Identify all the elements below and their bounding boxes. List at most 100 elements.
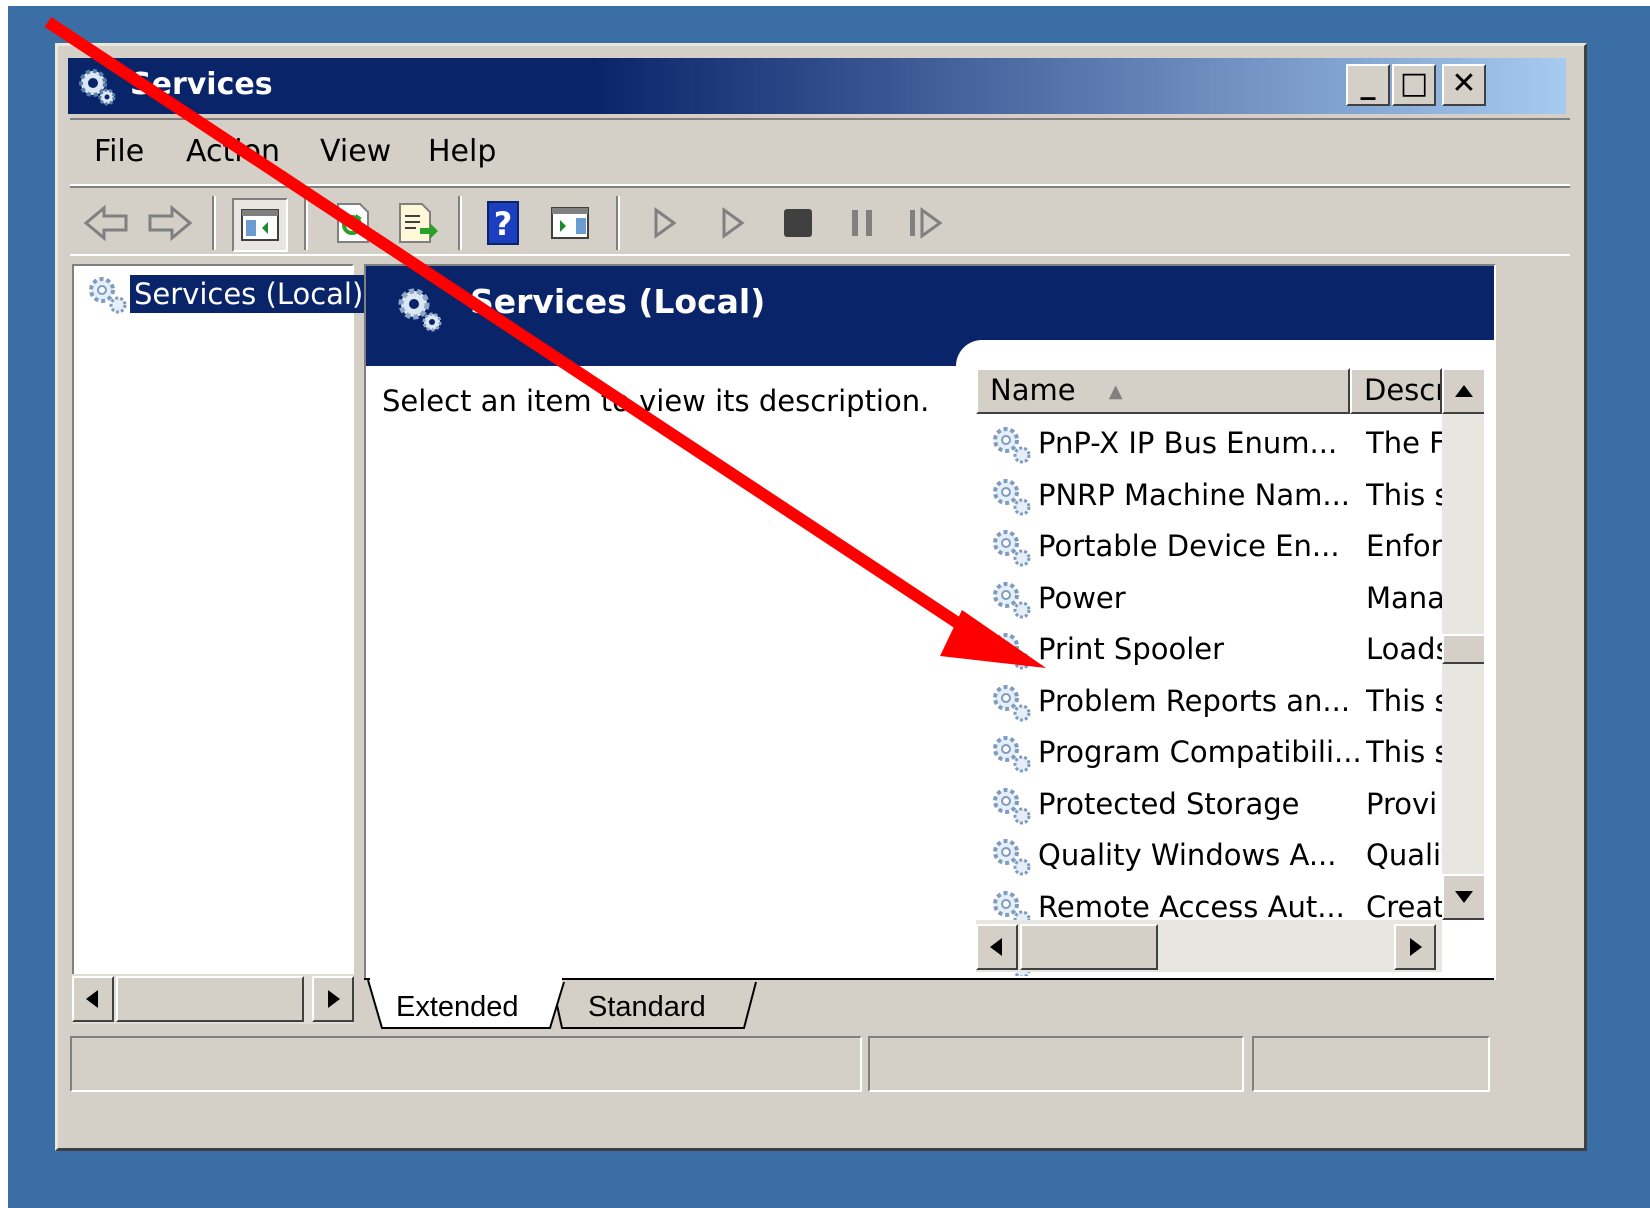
tree-item-label: Services (Local) <box>130 275 368 313</box>
service-description: Mana <box>1366 580 1442 615</box>
service-description: Provi <box>1366 786 1438 821</box>
start-service-alt-icon[interactable] <box>706 198 758 248</box>
service-name: Program Compatibili... <box>1038 735 1362 769</box>
list-vertical-scrollbar[interactable] <box>1442 368 1484 920</box>
menu-action[interactable]: Action <box>186 134 280 169</box>
table-row[interactable]: PNRP Machine Nam... This s <box>976 472 1442 521</box>
start-service-icon[interactable] <box>638 198 690 248</box>
service-gear-icon <box>993 581 1031 618</box>
pause-service-icon[interactable] <box>836 198 888 248</box>
maximize-button[interactable]: □ <box>1392 64 1436 106</box>
column-header-name[interactable]: Name ▲ <box>976 368 1350 414</box>
status-bar <box>70 1036 1570 1092</box>
menu-bar: File Action View Help <box>70 118 1570 186</box>
triangle-up-icon <box>1455 385 1473 397</box>
show-hide-console-tree-icon[interactable] <box>232 198 288 252</box>
triangle-down-icon <box>1455 891 1473 903</box>
sort-ascending-icon: ▲ <box>1108 381 1123 402</box>
show-hide-action-pane-icon[interactable] <box>544 198 596 248</box>
menu-view[interactable]: View <box>320 134 391 169</box>
menu-help[interactable]: Help <box>428 134 496 169</box>
toolbar-separator <box>458 196 462 250</box>
toolbar-separator <box>212 196 216 250</box>
service-name: Print Spooler <box>1038 632 1225 666</box>
forward-arrow-icon[interactable] <box>144 198 196 248</box>
list-horizontal-scrollbar[interactable] <box>976 920 1442 972</box>
scroll-up-button[interactable] <box>1442 368 1484 414</box>
service-name: Power <box>1038 580 1126 615</box>
table-row[interactable]: Protected Storage Provi <box>976 781 1442 830</box>
service-description: Loads <box>1366 632 1442 666</box>
menu-file[interactable]: File <box>94 134 144 169</box>
service-name: Quality Windows A... <box>1038 838 1337 872</box>
service-name: PnP-X IP Bus Enum... <box>1038 426 1338 460</box>
service-description: Creat <box>1366 889 1442 924</box>
table-row[interactable]: Print Spooler Loads <box>976 626 1442 675</box>
status-panel <box>70 1036 862 1092</box>
service-description: This s <box>1366 735 1442 769</box>
scroll-down-button[interactable] <box>1442 874 1484 920</box>
services-list: Name ▲ Descr PnP-X IP Bus Enum... The F PN… <box>976 368 1484 976</box>
services-window: Services _ □ ✕ File Action View Help ? S… <box>55 43 1587 1151</box>
stop-service-icon[interactable] <box>772 198 824 248</box>
column-header-description[interactable]: Descr <box>1350 368 1442 414</box>
tab-standard-label: Standard <box>588 991 706 1023</box>
service-gear-icon <box>993 736 1031 773</box>
help-icon[interactable]: ? <box>478 198 530 248</box>
service-name: PNRP Machine Nam... <box>1038 477 1351 512</box>
service-description: This s <box>1366 477 1442 512</box>
close-button[interactable]: ✕ <box>1442 64 1486 106</box>
scroll-thumb[interactable] <box>1442 634 1484 664</box>
service-description: This s <box>1366 683 1442 718</box>
service-gear-icon <box>993 633 1031 670</box>
svg-text:?: ? <box>494 205 513 243</box>
table-row[interactable]: PnP-X IP Bus Enum... The F <box>976 420 1442 469</box>
service-gear-icon <box>993 787 1031 824</box>
banner-title: Services (Local) <box>470 282 766 321</box>
triangle-right-icon <box>328 990 340 1008</box>
service-name: Portable Device En... <box>1038 529 1340 563</box>
status-panel <box>868 1036 1244 1092</box>
back-arrow-icon[interactable] <box>80 198 132 248</box>
service-gear-icon <box>993 427 1031 464</box>
service-gear-icon <box>993 684 1031 721</box>
services-gear-icon <box>398 288 442 332</box>
service-description: The F <box>1366 426 1442 460</box>
services-detail-pane: Services (Local) Select an item to view … <box>364 264 1496 980</box>
export-list-icon[interactable] <box>390 198 442 248</box>
toolbar-separator <box>304 196 308 250</box>
table-row[interactable]: Quality Windows A... Qualit <box>976 832 1442 881</box>
scroll-thumb[interactable] <box>1020 924 1158 970</box>
service-name: Protected Storage <box>1038 786 1300 821</box>
scroll-right-button[interactable] <box>312 976 354 1022</box>
triangle-left-icon <box>990 938 1002 956</box>
scroll-left-button[interactable] <box>976 924 1018 970</box>
table-row[interactable]: Program Compatibili... This s <box>976 729 1442 778</box>
tree-horizontal-scrollbar[interactable] <box>72 974 354 1024</box>
description-text: Select an item to view its description. <box>382 384 930 418</box>
table-row[interactable]: Portable Device En... Enfor <box>976 523 1442 572</box>
tab-extended-label: Extended <box>396 991 519 1023</box>
service-description: Qualit <box>1366 838 1442 872</box>
service-gear-icon <box>993 839 1031 876</box>
tree-item-services-local[interactable]: Services (Local) <box>84 272 368 316</box>
view-tabs: Extended Standard <box>364 978 1494 1029</box>
resume-service-icon[interactable] <box>900 198 952 248</box>
triangle-left-icon <box>86 990 98 1008</box>
console-tree-pane: Services (Local) <box>72 264 368 978</box>
scroll-right-button[interactable] <box>1394 924 1436 970</box>
scroll-left-button[interactable] <box>72 976 114 1022</box>
column-name-label: Name <box>990 373 1076 407</box>
list-header: Name ▲ Descr <box>976 368 1442 414</box>
services-gear-icon <box>79 69 116 106</box>
refresh-icon[interactable] <box>326 198 378 248</box>
scroll-thumb[interactable] <box>116 976 304 1022</box>
minimize-button[interactable]: _ <box>1346 64 1390 106</box>
service-gear-icon <box>993 478 1031 515</box>
table-row[interactable]: Power Mana <box>976 575 1442 624</box>
service-name: Remote Access Aut... <box>1038 889 1345 924</box>
service-gear-icon <box>993 530 1031 567</box>
title-bar[interactable]: Services _ □ ✕ <box>68 58 1566 114</box>
window-title: Services <box>130 67 273 102</box>
table-row[interactable]: Problem Reports an... This s <box>976 678 1442 727</box>
